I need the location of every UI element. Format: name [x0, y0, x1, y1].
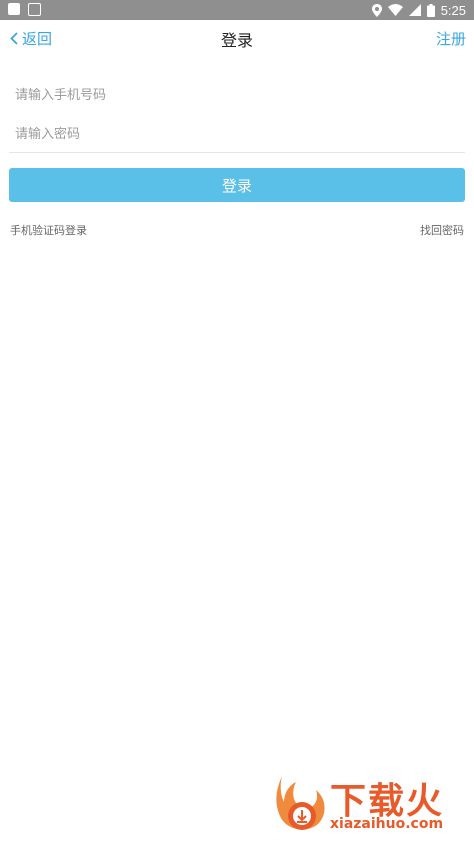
status-bar: 5:25 [0, 0, 474, 20]
phone-field [9, 76, 465, 114]
flame-logo-icon [276, 776, 325, 830]
password-field [9, 115, 465, 153]
login-button[interactable]: 登录 [9, 168, 465, 202]
watermark: 下载火 xiazaihuo.com [272, 772, 468, 836]
forgot-password-link[interactable]: 找回密码 [420, 222, 464, 238]
register-button[interactable]: 注册 [436, 28, 466, 49]
status-time: 5:25 [440, 2, 466, 18]
nav-bar: 返回 登录 注册 [0, 20, 474, 56]
battery-icon [426, 3, 435, 17]
page-title: 登录 [220, 31, 253, 50]
form-divider [9, 152, 465, 153]
notification-icon [8, 3, 20, 15]
status-left [8, 3, 41, 16]
phone-input[interactable] [9, 76, 465, 114]
location-icon [371, 3, 382, 17]
app-notification-icon [28, 3, 41, 16]
sms-login-link[interactable]: 手机验证码登录 [10, 222, 87, 238]
watermark-url: xiazaihuo.com [330, 816, 444, 832]
status-right: 5:25 [371, 0, 466, 20]
password-input[interactable] [9, 115, 465, 153]
wifi-icon [387, 4, 403, 16]
signal-icon [408, 4, 421, 16]
